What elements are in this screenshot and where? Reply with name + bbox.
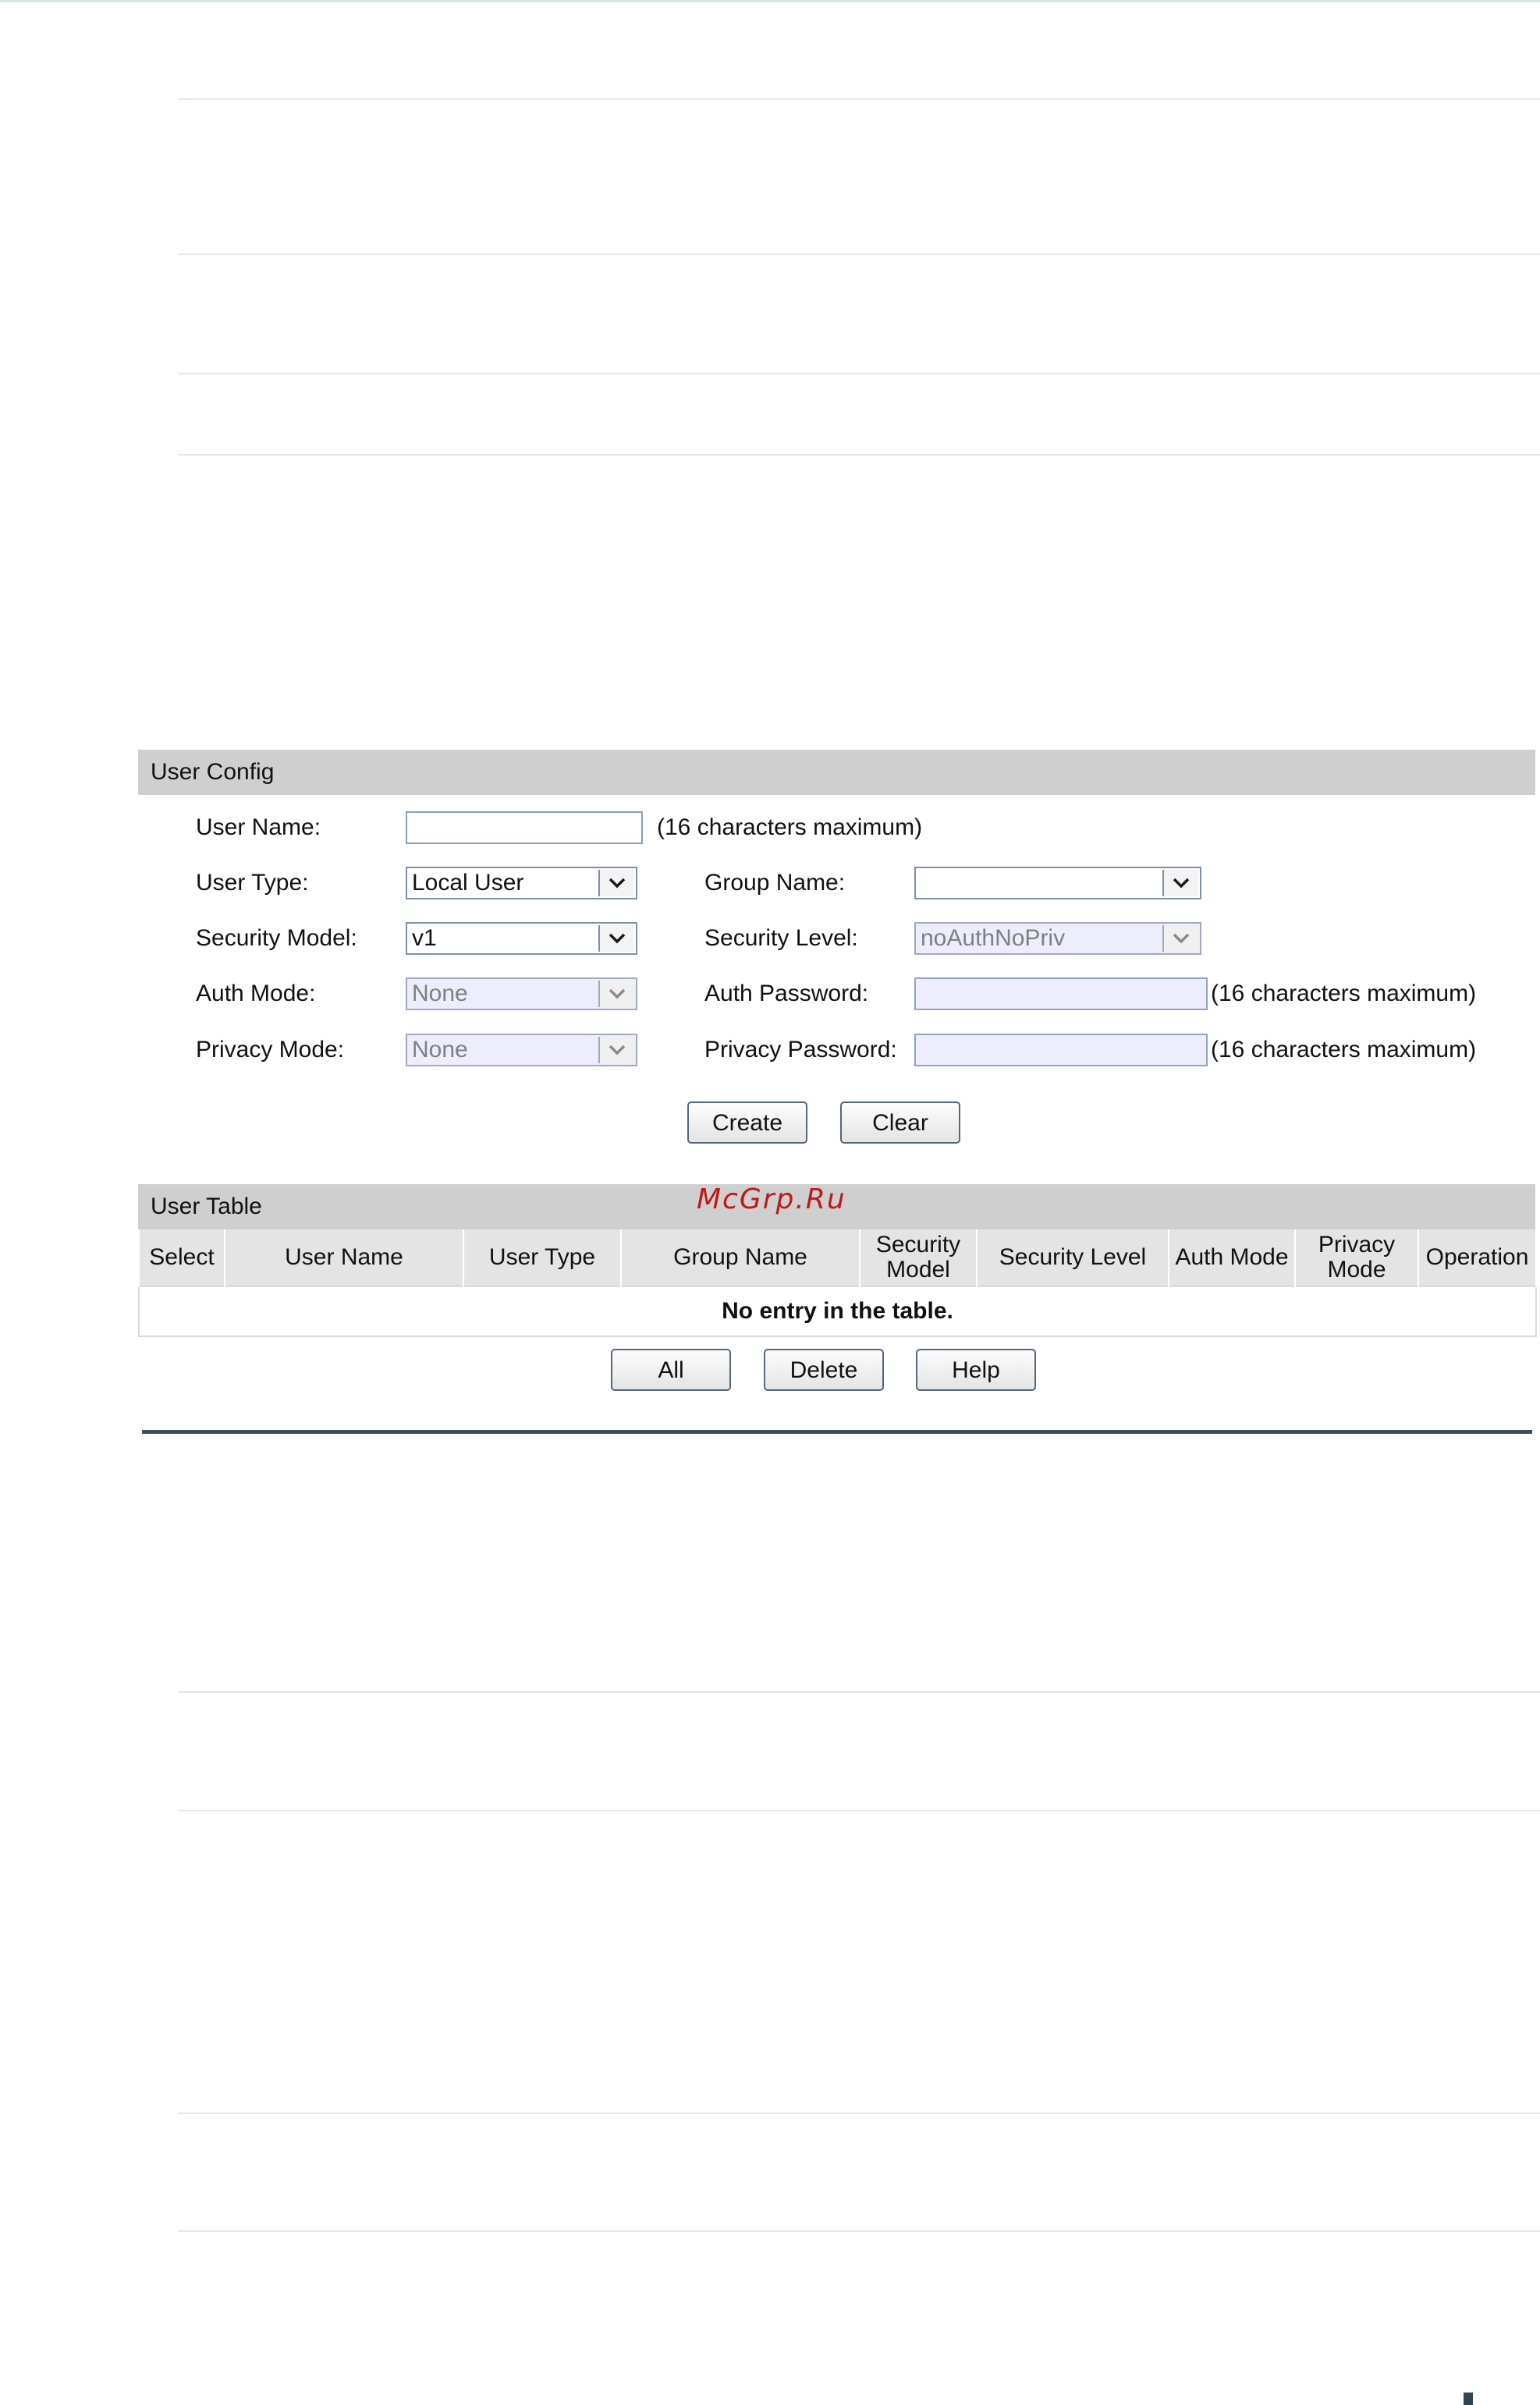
user-name-label: User Name: — [196, 814, 321, 840]
figure-divider — [142, 1430, 1532, 1434]
column-header-security-model: Security Model — [859, 1229, 978, 1286]
chevron-down-icon[interactable] — [598, 981, 634, 1007]
user-type-select[interactable]: Local User — [406, 867, 637, 899]
auth-mode-value: None — [412, 981, 468, 1006]
page-top-rule — [0, 0, 1540, 2]
privacy-mode-label: Privacy Mode: — [196, 1037, 345, 1062]
table-header-row: Select User Name User Type Group Name Se… — [138, 1229, 1537, 1286]
table-row: No entry in the table. — [138, 1286, 1537, 1337]
security-level-select[interactable]: noAuthNoPriv — [914, 922, 1201, 955]
security-model-label: Security Model: — [196, 925, 357, 951]
column-header-auth-mode: Auth Mode — [1168, 1229, 1296, 1286]
privacy-password-label: Privacy Password: — [704, 1037, 897, 1062]
user-type-label: User Type: — [196, 870, 309, 896]
user-table: Select User Name User Type Group Name Se… — [138, 1229, 1537, 1337]
user-name-hint: (16 characters maximum) — [657, 814, 923, 840]
user-config-header: User Config — [138, 750, 1535, 795]
column-header-select: Select — [138, 1229, 225, 1286]
chevron-down-icon[interactable] — [598, 925, 634, 952]
chevron-down-icon[interactable] — [598, 1037, 634, 1063]
page-corner-mark — [1464, 2393, 1473, 2405]
empty-table-message: No entry in the table. — [138, 1286, 1537, 1337]
group-name-label: Group Name: — [704, 870, 846, 896]
page-rule — [178, 98, 1540, 100]
page-rule — [178, 2230, 1540, 2232]
column-header-privacy-mode: Privacy Mode — [1294, 1229, 1419, 1286]
privacy-password-input[interactable] — [914, 1034, 1208, 1066]
page-rule — [178, 254, 1540, 255]
chevron-down-icon[interactable] — [598, 870, 634, 896]
page-rule — [178, 1810, 1540, 1811]
chevron-down-icon[interactable] — [1162, 925, 1198, 952]
watermark-text: McGrp.Ru — [697, 1183, 846, 1215]
privacy-mode-value: None — [412, 1037, 468, 1062]
auth-password-input[interactable] — [914, 977, 1208, 1010]
privacy-mode-select[interactable]: None — [406, 1034, 637, 1066]
auth-mode-select[interactable]: None — [406, 977, 637, 1010]
page-rule — [178, 454, 1540, 456]
security-model-select[interactable]: v1 — [406, 922, 637, 955]
security-level-label: Security Level: — [704, 925, 858, 951]
column-header-group-name: Group Name — [620, 1229, 860, 1286]
auth-password-hint: (16 characters maximum) — [1211, 981, 1477, 1006]
page-rule — [178, 2112, 1540, 2114]
auth-password-label: Auth Password: — [704, 981, 869, 1006]
page-rule — [178, 1691, 1540, 1693]
user-name-input[interactable] — [406, 811, 643, 844]
help-button[interactable]: Help — [916, 1349, 1036, 1391]
chevron-down-icon[interactable] — [1162, 870, 1198, 896]
column-header-security-level: Security Level — [976, 1229, 1169, 1286]
column-header-operation: Operation — [1418, 1229, 1537, 1286]
create-button[interactable]: Create — [687, 1101, 807, 1144]
security-level-value: noAuthNoPriv — [921, 925, 1066, 951]
column-header-user-name: User Name — [224, 1229, 464, 1286]
user-type-value: Local User — [412, 870, 524, 896]
delete-button[interactable]: Delete — [764, 1349, 884, 1391]
privacy-password-hint: (16 characters maximum) — [1211, 1037, 1477, 1062]
column-header-user-type: User Type — [463, 1229, 622, 1286]
auth-mode-label: Auth Mode: — [196, 981, 316, 1006]
select-all-button[interactable]: All — [611, 1349, 731, 1391]
page-rule — [178, 373, 1540, 374]
security-model-value: v1 — [412, 925, 437, 951]
clear-button[interactable]: Clear — [840, 1101, 960, 1144]
group-name-select[interactable] — [914, 867, 1201, 899]
